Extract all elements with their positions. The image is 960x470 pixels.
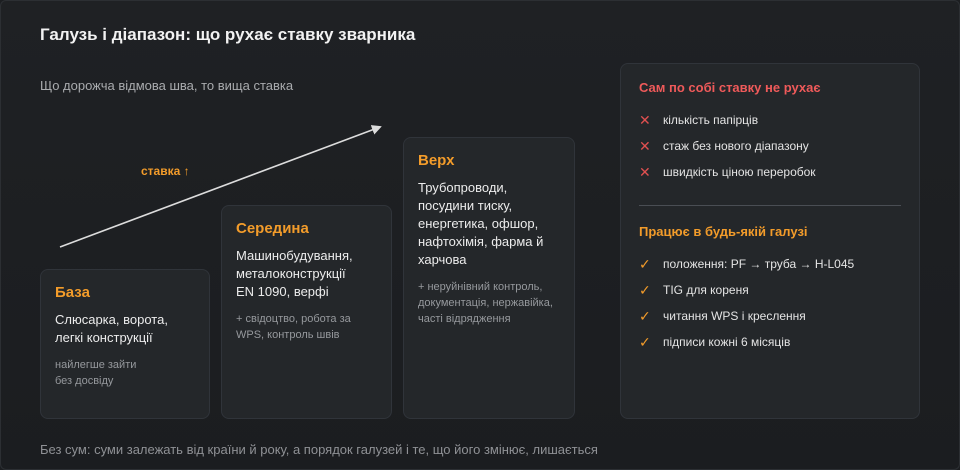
list-item: ✕ стаж без нового діапазону bbox=[639, 133, 901, 159]
cross-icon: ✕ bbox=[639, 163, 651, 180]
list-item-label: читання WPS і креслення bbox=[663, 309, 806, 323]
list-item: ✓ читання WPS і креслення bbox=[639, 303, 901, 329]
tier-description: Слюсарка, ворота, легкі конструкції bbox=[55, 312, 168, 345]
tier-card-base: База Слюсарка, ворота, легкі конструкції… bbox=[40, 269, 210, 419]
footer-note: Без сум: суми залежать від країни й року… bbox=[40, 442, 598, 457]
tier-title: Верх bbox=[418, 152, 455, 169]
tier-note: + свідоцтво, робота за WPS, контроль шві… bbox=[236, 313, 351, 341]
side-panel: Сам по собі ставку не рухає ✕ кількість … bbox=[620, 63, 920, 419]
list-item: ✓ положення: PF → труба → H-L045 bbox=[639, 251, 901, 277]
works-heading: Працює в будь-якій галузі bbox=[639, 224, 808, 239]
list-item-label: підписи кожні 6 місяців bbox=[663, 335, 791, 349]
tier-card-top: Верх Трубопроводи, посудини тиску, енерг… bbox=[403, 137, 575, 419]
list-item: ✕ швидкість ціною переробок bbox=[639, 159, 901, 185]
tier-title: База bbox=[55, 284, 90, 301]
list-item: ✓ TIG для кореня bbox=[639, 277, 901, 303]
tier-title: Середина bbox=[236, 220, 309, 237]
check-icon: ✓ bbox=[639, 333, 651, 350]
list-item-label: положення: PF → труба → H-L045 bbox=[663, 257, 855, 271]
tier-description: Машинобудування, металоконструкції EN 10… bbox=[236, 248, 353, 299]
rate-arrow-label: ставка ↑ bbox=[141, 164, 190, 178]
page-title: Галузь і діапазон: що рухає ставку зварн… bbox=[40, 25, 416, 44]
not-rate-heading: Сам по собі ставку не рухає bbox=[639, 80, 821, 95]
tier-note: + неруйнівний контроль, документація, не… bbox=[418, 281, 553, 325]
tier-card-middle: Середина Машинобудування, металоконструк… bbox=[221, 205, 392, 419]
panel-divider bbox=[639, 205, 901, 206]
list-item-label: стаж без нового діапазону bbox=[663, 139, 809, 153]
check-icon: ✓ bbox=[639, 281, 651, 298]
cross-icon: ✕ bbox=[639, 137, 651, 154]
cross-icon: ✕ bbox=[639, 111, 651, 128]
list-item-label: TIG для кореня bbox=[663, 283, 749, 297]
tier-note: найлегше зайти без досвіду bbox=[55, 359, 137, 387]
list-item-label: швидкість ціною переробок bbox=[663, 165, 816, 179]
list-item-label: кількість папірців bbox=[663, 113, 759, 127]
tier-description: Трубопроводи, посудини тиску, енергетика… bbox=[418, 180, 544, 267]
list-item: ✓ підписи кожні 6 місяців bbox=[639, 329, 901, 355]
list-item: ✕ кількість папірців bbox=[639, 107, 901, 133]
check-icon: ✓ bbox=[639, 255, 651, 272]
page-subtitle: Що дорожча відмова шва, то вища ставка bbox=[40, 78, 294, 93]
check-icon: ✓ bbox=[639, 307, 651, 324]
